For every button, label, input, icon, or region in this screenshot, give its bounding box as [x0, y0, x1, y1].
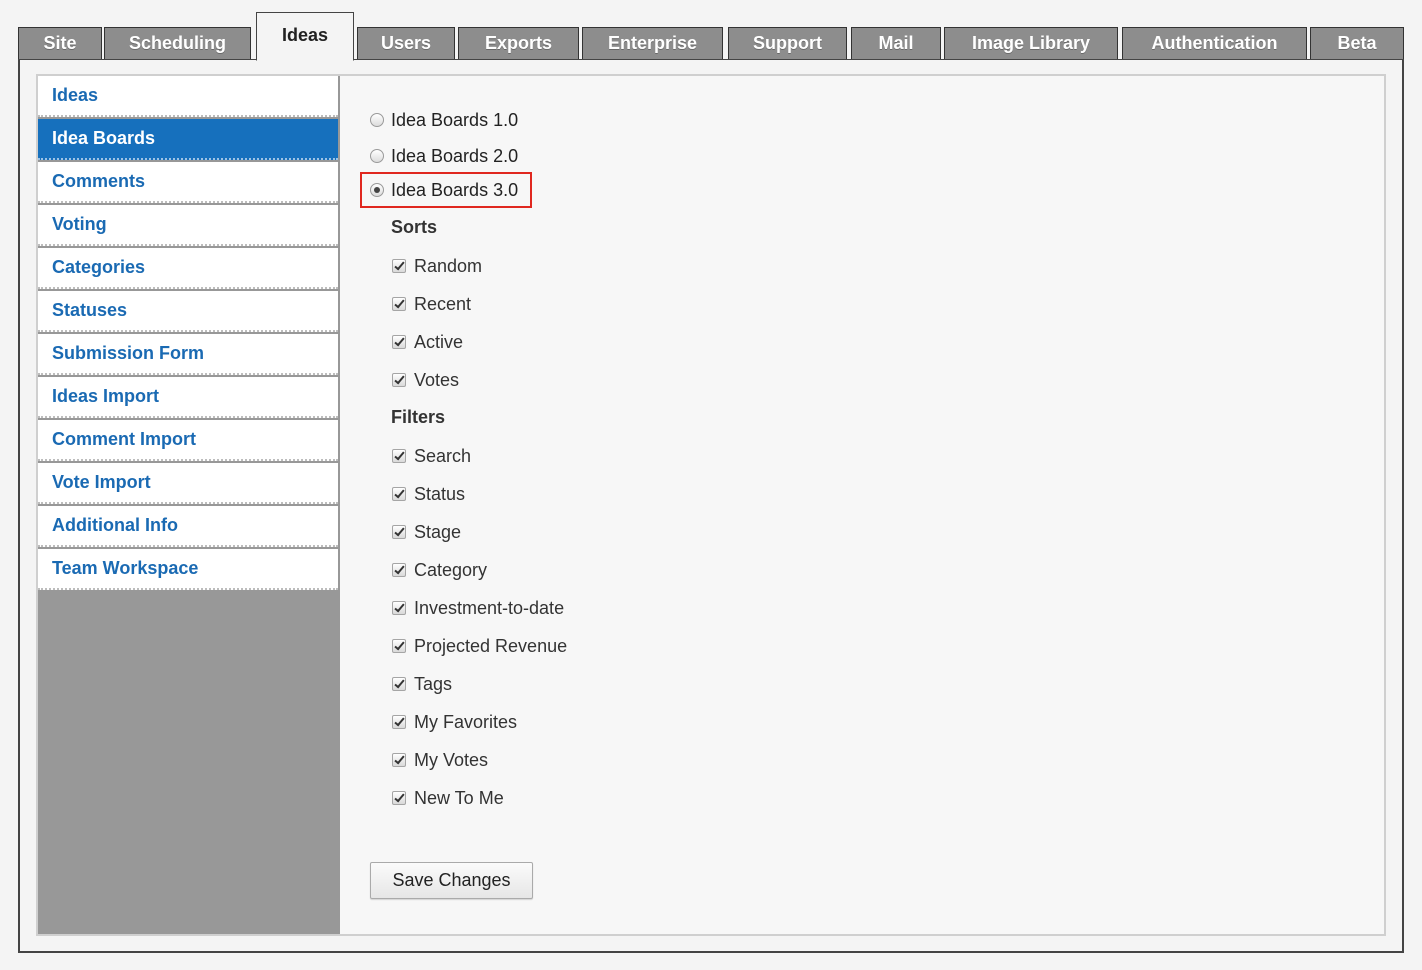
- checkbox-sort-random[interactable]: [392, 259, 406, 273]
- version-label-2: Idea Boards 2.0: [391, 145, 519, 166]
- checkbox-label: Category: [414, 559, 488, 580]
- checkbox-filter-tags[interactable]: [392, 677, 406, 691]
- checkbox-label: Tags: [414, 673, 453, 694]
- sidebar-item-categories[interactable]: Categories: [38, 248, 338, 289]
- tab-authentication[interactable]: Authentication: [1122, 27, 1307, 59]
- checkbox-label: My Favorites: [414, 711, 518, 732]
- sort-option-recent[interactable]: Recent: [392, 291, 471, 317]
- version-option-2[interactable]: Idea Boards 2.0: [370, 141, 518, 171]
- checkbox-label: New To Me: [414, 787, 504, 808]
- tab-scheduling[interactable]: Scheduling: [104, 27, 251, 59]
- tab-users[interactable]: Users: [357, 27, 455, 59]
- checkbox-sort-votes[interactable]: [392, 373, 406, 387]
- checkbox-filter-stage[interactable]: [392, 525, 406, 539]
- tab-support[interactable]: Support: [728, 27, 847, 59]
- filters-heading: Filters: [391, 407, 446, 427]
- version-radio-3[interactable]: [370, 183, 384, 197]
- tab-mail[interactable]: Mail: [851, 27, 941, 59]
- sidebar-item-team-workspace[interactable]: Team Workspace: [38, 549, 338, 590]
- sidebar-item-additional-info[interactable]: Additional Info: [38, 506, 338, 547]
- checkbox-label: Active: [414, 331, 464, 352]
- tab-image-library[interactable]: Image Library: [944, 27, 1118, 59]
- checkbox-label: Projected Revenue: [414, 635, 568, 656]
- sidebar-item-ideas-import[interactable]: Ideas Import: [38, 377, 338, 418]
- sidebar-item-voting[interactable]: Voting: [38, 205, 338, 246]
- sidebar-item-vote-import[interactable]: Vote Import: [38, 463, 338, 504]
- checkbox-label: Recent: [414, 293, 472, 314]
- checkbox-sort-active[interactable]: [392, 335, 406, 349]
- checkbox-filter-investment-to-date[interactable]: [392, 601, 406, 615]
- checkbox-label: Search: [414, 445, 472, 466]
- checkbox-filter-category[interactable]: [392, 563, 406, 577]
- sidebar-item-comments[interactable]: Comments: [38, 162, 338, 203]
- filter-option-investment-to-date[interactable]: Investment-to-date: [392, 595, 564, 621]
- version-option-3[interactable]: Idea Boards 3.0: [370, 175, 518, 205]
- tab-site[interactable]: Site: [18, 27, 102, 59]
- version-radio-1[interactable]: [370, 113, 384, 127]
- checkbox-filter-search[interactable]: [392, 449, 406, 463]
- checkbox-label: My Votes: [414, 749, 489, 770]
- save-changes-button[interactable]: Save Changes: [370, 862, 533, 899]
- sidebar-nav: Ideas Idea Boards Comments Voting Catego…: [38, 76, 338, 592]
- sidebar-item-submission-form[interactable]: Submission Form: [38, 334, 338, 375]
- sidebar-item-idea-boards[interactable]: Idea Boards: [38, 119, 338, 160]
- checkbox-filter-my-votes[interactable]: [392, 753, 406, 767]
- sidebar-item-comment-import[interactable]: Comment Import: [38, 420, 338, 461]
- checkbox-label: Stage: [414, 521, 462, 542]
- tab-beta[interactable]: Beta: [1310, 27, 1404, 59]
- checkbox-filter-projected-revenue[interactable]: [392, 639, 406, 653]
- settings-tab-bar: Site Scheduling Ideas Users Exports Ente…: [18, 12, 1404, 61]
- sorts-heading: Sorts: [391, 217, 438, 237]
- tab-enterprise[interactable]: Enterprise: [582, 27, 723, 59]
- checkbox-sort-recent[interactable]: [392, 297, 406, 311]
- version-label-3: Idea Boards 3.0: [391, 179, 519, 200]
- version-option-1[interactable]: Idea Boards 1.0: [370, 105, 518, 135]
- sidebar-item-ideas[interactable]: Ideas: [38, 76, 338, 117]
- filter-option-projected-revenue[interactable]: Projected Revenue: [392, 633, 567, 659]
- tab-ideas[interactable]: Ideas: [256, 12, 354, 61]
- filter-option-search[interactable]: Search: [392, 443, 471, 469]
- checkbox-filter-status[interactable]: [392, 487, 406, 501]
- checkbox-label: Random: [414, 255, 483, 276]
- sort-option-random[interactable]: Random: [392, 253, 482, 279]
- filter-option-status[interactable]: Status: [392, 481, 465, 507]
- version-radio-2[interactable]: [370, 149, 384, 163]
- filter-option-my-favorites[interactable]: My Favorites: [392, 709, 517, 735]
- checkbox-label: Investment-to-date: [414, 597, 565, 618]
- checkbox-filter-my-favorites[interactable]: [392, 715, 406, 729]
- sidebar-item-statuses[interactable]: Statuses: [38, 291, 338, 332]
- tab-exports[interactable]: Exports: [458, 27, 579, 59]
- version-label-1: Idea Boards 1.0: [391, 109, 519, 130]
- idea-boards-settings: Idea Boards 1.0 Idea Boards 2.0 Idea Boa…: [340, 76, 1384, 934]
- checkbox-filter-new-to-me[interactable]: [392, 791, 406, 805]
- filter-option-stage[interactable]: Stage: [392, 519, 461, 545]
- filter-option-my-votes[interactable]: My Votes: [392, 747, 488, 773]
- filter-option-new-to-me[interactable]: New To Me: [392, 785, 504, 811]
- sort-option-votes[interactable]: Votes: [392, 367, 459, 393]
- sort-option-active[interactable]: Active: [392, 329, 463, 355]
- filter-option-category[interactable]: Category: [392, 557, 487, 583]
- checkbox-label: Status: [414, 483, 466, 504]
- filter-option-tags[interactable]: Tags: [392, 671, 452, 697]
- checkbox-label: Votes: [414, 369, 460, 390]
